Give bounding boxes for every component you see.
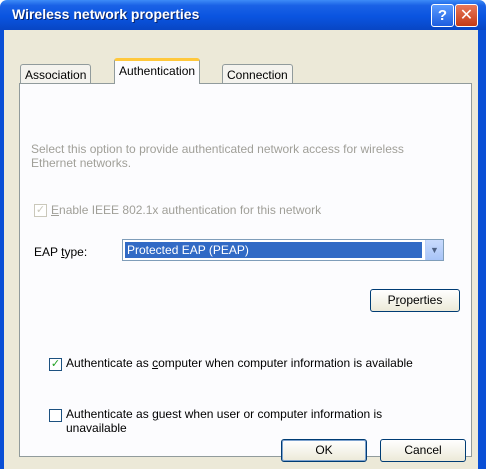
eap-type-label: EAP type:	[34, 245, 88, 259]
close-button[interactable]: ✕	[455, 4, 478, 27]
tab-connection[interactable]: Connection	[222, 64, 293, 85]
chevron-down-icon[interactable]: ▼	[425, 240, 443, 260]
ok-button[interactable]: OK	[281, 439, 367, 462]
tab-label: Authentication	[119, 64, 196, 78]
eap-type-select[interactable]: Protected EAP (PEAP) ▼	[122, 239, 444, 261]
auth-guest-checkbox[interactable]	[49, 409, 62, 422]
dialog-client-area: Association Authentication Connection Se…	[4, 30, 478, 469]
checkmark-icon: ✓	[50, 358, 61, 370]
cancel-button[interactable]: Cancel	[380, 439, 466, 462]
properties-button[interactable]: Properties	[370, 289, 460, 312]
enable-8021x-checkbox[interactable]: ✓	[34, 204, 47, 217]
close-icon: ✕	[459, 7, 474, 24]
auth-computer-checkbox[interactable]: ✓	[49, 358, 62, 371]
description-text: Select this option to provide authentica…	[31, 142, 404, 170]
enable-8021x-label: Enable IEEE 802.1x authentication for th…	[51, 203, 322, 217]
help-button[interactable]: ?	[431, 4, 454, 27]
window-frame-right	[478, 30, 486, 469]
tab-authentication[interactable]: Authentication	[114, 58, 201, 84]
authentication-panel: Select this option to provide authentica…	[19, 83, 472, 457]
dialog-window: Wireless network properties ? ✕ Associat…	[0, 0, 486, 469]
eap-type-value: Protected EAP (PEAP)	[125, 242, 422, 258]
help-icon: ?	[437, 7, 448, 24]
tab-label: Association	[25, 68, 87, 82]
window-title: Wireless network properties	[12, 6, 200, 22]
title-bar[interactable]: Wireless network properties ? ✕	[0, 0, 486, 30]
checkmark-icon: ✓	[35, 204, 46, 216]
tab-label: Connection	[227, 68, 288, 82]
auth-guest-label: Authenticate as guest when user or compu…	[66, 407, 383, 435]
auth-computer-label: Authenticate as computer when computer i…	[66, 356, 413, 370]
tab-association[interactable]: Association	[20, 64, 92, 85]
